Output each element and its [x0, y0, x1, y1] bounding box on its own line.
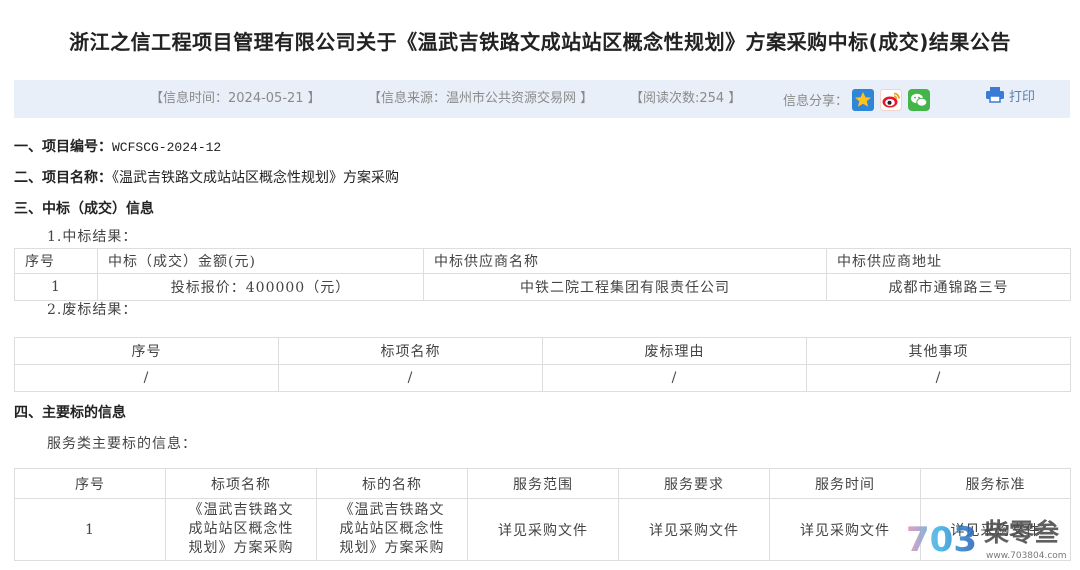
table-header-row: 序号 中标（成交）金额(元) 中标供应商名称 中标供应商地址	[14, 248, 1071, 274]
printer-icon	[986, 87, 1009, 105]
cell-text: 《温武吉铁路文成站站区概念性规划》方案采购	[188, 502, 294, 556]
award-heading: 三、中标（成交）信息	[14, 199, 154, 219]
header-cell: 标的名称	[316, 468, 468, 499]
award-heading-text: 三、中标（成交）信息	[14, 201, 154, 217]
header-cell: 标项名称	[278, 337, 543, 365]
subject-heading: 四、主要标的信息	[14, 403, 126, 423]
failed-label: 2.废标结果：	[47, 302, 138, 318]
project-number-label: 一、项目编号：	[14, 139, 112, 155]
cell-text: 《温武吉铁路文成站站区概念性规划》方案采购	[339, 502, 445, 556]
project-number-value: WCFSCG-2024-12	[112, 140, 222, 155]
table-cell: 《温武吉铁路文成站站区概念性规划》方案采购	[316, 498, 468, 561]
header-cell: 服务时间	[769, 468, 921, 499]
info-bar: 【信息时间：2024-05-21 】 【信息来源：温州市公共资源交易网 】 【阅…	[14, 80, 1070, 118]
header-cell: 序号	[14, 337, 279, 365]
info-source: 【信息来源：温州市公共资源交易网 】	[368, 91, 594, 106]
table-cell: 详见采购文件	[769, 498, 921, 561]
share-label: 信息分享：	[783, 94, 849, 109]
table-cell: /	[542, 364, 807, 392]
project-name-value: 《温武吉铁路文成站站区概念性规划》方案采购	[112, 170, 399, 186]
result-table: 序号 中标（成交）金额(元) 中标供应商名称 中标供应商地址 1 投标报价：40…	[14, 248, 1071, 301]
weibo-icon[interactable]	[880, 89, 902, 111]
table-cell: /	[806, 364, 1071, 392]
table-cell: 中铁二院工程集团有限责任公司	[423, 273, 827, 301]
table-row: / / / /	[14, 364, 1071, 392]
table-cell: 1	[14, 273, 98, 301]
project-name-label: 二、项目名称：	[14, 170, 112, 186]
header-cell: 废标理由	[542, 337, 807, 365]
header-cell: 中标供应商地址	[826, 248, 1071, 274]
table-header-row: 序号 标项名称 标的名称 服务范围 服务要求 服务时间 服务标准	[14, 468, 1071, 499]
header-cell: 中标（成交）金额(元)	[97, 248, 424, 274]
header-cell: 中标供应商名称	[423, 248, 827, 274]
failed-table: 序号 标项名称 废标理由 其他事项 / / / /	[14, 337, 1071, 392]
header-cell: 服务标准	[920, 468, 1071, 499]
project-name: 二、项目名称：《温武吉铁路文成站站区概念性规划》方案采购	[14, 168, 399, 188]
table-cell: 详见采购文件	[920, 498, 1071, 561]
header-cell: 服务范围	[467, 468, 619, 499]
header-cell: 序号	[14, 468, 166, 499]
print-label: 打印	[1009, 90, 1036, 105]
service-label: 服务类主要标的信息：	[47, 436, 197, 452]
table-cell: 《温武吉铁路文成站站区概念性规划》方案采购	[165, 498, 317, 561]
header-cell: 服务要求	[618, 468, 770, 499]
header-cell: 标项名称	[165, 468, 317, 499]
table-cell: /	[14, 364, 279, 392]
table-row: 1 投标报价：400000（元） 中铁二院工程集团有限责任公司 成都市通锦路三号	[14, 273, 1071, 301]
header-cell: 其他事项	[806, 337, 1071, 365]
table-cell: 成都市通锦路三号	[826, 273, 1071, 301]
table-cell: 详见采购文件	[618, 498, 770, 561]
table-row: 1 《温武吉铁路文成站站区概念性规划》方案采购 《温武吉铁路文成站站区概念性规划…	[14, 498, 1071, 561]
project-number: 一、项目编号：WCFSCG-2024-12	[14, 137, 221, 158]
wechat-icon[interactable]	[908, 89, 930, 111]
result-label: 1.中标结果：	[47, 229, 138, 245]
info-time: 【信息时间：2024-05-21 】	[150, 91, 321, 106]
table-cell: 投标报价：400000（元）	[97, 273, 424, 301]
table-header-row: 序号 标项名称 废标理由 其他事项	[14, 337, 1071, 365]
subject-heading-text: 四、主要标的信息	[14, 405, 126, 421]
table-cell: 1	[14, 498, 166, 561]
table-cell: /	[278, 364, 543, 392]
qzone-icon[interactable]	[852, 89, 874, 111]
print-button[interactable]: 打印	[986, 87, 1035, 107]
table-cell: 详见采购文件	[467, 498, 619, 561]
info-read-count: 【阅读次数:254 】	[630, 91, 742, 106]
page-title: 浙江之信工程项目管理有限公司关于《温武吉铁路文成站站区概念性规划》方案采购中标(…	[69, 30, 1011, 54]
service-table: 序号 标项名称 标的名称 服务范围 服务要求 服务时间 服务标准 1 《温武吉铁…	[14, 468, 1071, 561]
header-cell: 序号	[14, 248, 98, 274]
